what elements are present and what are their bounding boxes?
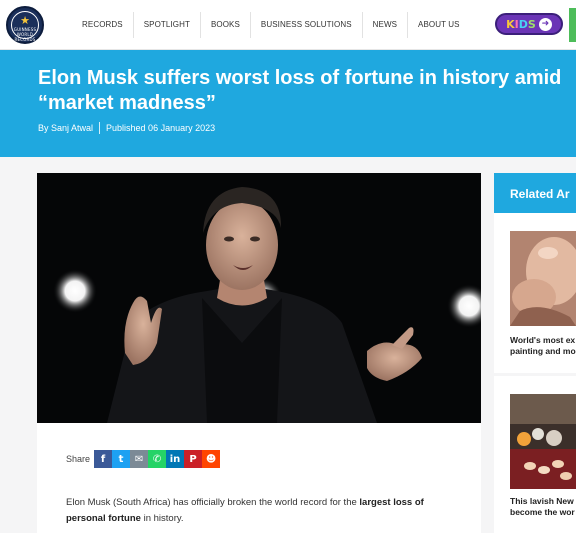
body-text-start: Elon Musk (South Africa) has officially …: [66, 497, 360, 508]
nav-item-about-us[interactable]: ABOUT US: [407, 12, 470, 38]
kids-letter-s: S: [527, 17, 536, 31]
facebook-share-button[interactable]: f: [94, 450, 113, 468]
stage-light-left: [53, 269, 97, 313]
kids-letter-d: D: [518, 17, 528, 31]
top-navigation-bar: ★ GUINNESS WORLD RECORDS RECORDS SPOTLIG…: [0, 0, 576, 50]
related-article-card[interactable]: This lavish New become the wor: [494, 376, 576, 533]
email-icon: ✉: [134, 453, 144, 465]
reddit-icon: ☻: [205, 453, 217, 465]
whatsapp-icon: ✆: [152, 453, 162, 465]
body-text-end: in history.: [140, 513, 184, 524]
publish-date: Published 06 January 2023: [106, 123, 216, 133]
main-nav: RECORDS SPOTLIGHT BOOKS BUSINESS SOLUTIO…: [72, 12, 470, 38]
partial-header-button[interactable]: [569, 8, 576, 42]
linkedin-share-button[interactable]: in: [166, 450, 185, 468]
guinness-world-records-logo[interactable]: ★ GUINNESS WORLD RECORDS: [6, 6, 44, 44]
pinterest-icon: P: [189, 453, 197, 465]
fingernail-painting-thumbnail: [510, 231, 576, 326]
facebook-icon: f: [100, 453, 106, 465]
article-body-paragraph: Elon Musk (South Africa) has officially …: [66, 495, 456, 527]
related-article-card[interactable]: World's most ex painting and mo: [494, 213, 576, 373]
nav-item-spotlight[interactable]: SPOTLIGHT: [132, 12, 200, 38]
kids-button[interactable]: K I D S ➜: [495, 13, 563, 35]
hero-image: [37, 173, 481, 423]
nav-item-books[interactable]: BOOKS: [199, 12, 250, 38]
linkedin-icon: in: [169, 453, 181, 465]
logo-text: GUINNESS WORLD RECORDS: [13, 27, 37, 42]
arrow-right-icon: ➜: [538, 17, 552, 31]
article-title: Elon Musk suffers worst loss of fortune …: [38, 67, 562, 114]
article-byline: By Sanj Atwal Published 06 January 2023: [38, 122, 215, 134]
nav-item-business-solutions[interactable]: BUSINESS SOLUTIONS: [249, 12, 362, 38]
nav-item-news[interactable]: NEWS: [361, 12, 407, 38]
logo-star-icon: ★: [20, 14, 30, 27]
whatsapp-share-button[interactable]: ✆: [148, 450, 167, 468]
pinterest-share-button[interactable]: P: [184, 450, 203, 468]
byline-divider: [99, 122, 101, 134]
twitter-share-button[interactable]: t: [112, 450, 131, 468]
author-link[interactable]: By Sanj Atwal: [38, 123, 93, 133]
nav-item-records[interactable]: RECORDS: [72, 12, 133, 38]
related-article-title[interactable]: World's most ex painting and mo: [510, 335, 576, 357]
share-label: Share: [66, 454, 91, 464]
related-article-thumbnail[interactable]: [510, 394, 576, 489]
email-share-button[interactable]: ✉: [130, 450, 149, 468]
share-bar: Share f t ✉ ✆ in P ☻: [66, 450, 221, 468]
hero-photo-illustration: [37, 173, 481, 423]
head: [206, 200, 278, 290]
reddit-share-button[interactable]: ☻: [202, 450, 221, 468]
twitter-icon: t: [118, 453, 124, 465]
related-articles-heading: Related Ar: [494, 173, 576, 213]
eggs-display-thumbnail: [510, 394, 576, 489]
related-article-thumbnail[interactable]: [510, 231, 576, 326]
related-article-title[interactable]: This lavish New become the wor: [510, 496, 576, 518]
kids-letter-k: K: [506, 17, 515, 31]
